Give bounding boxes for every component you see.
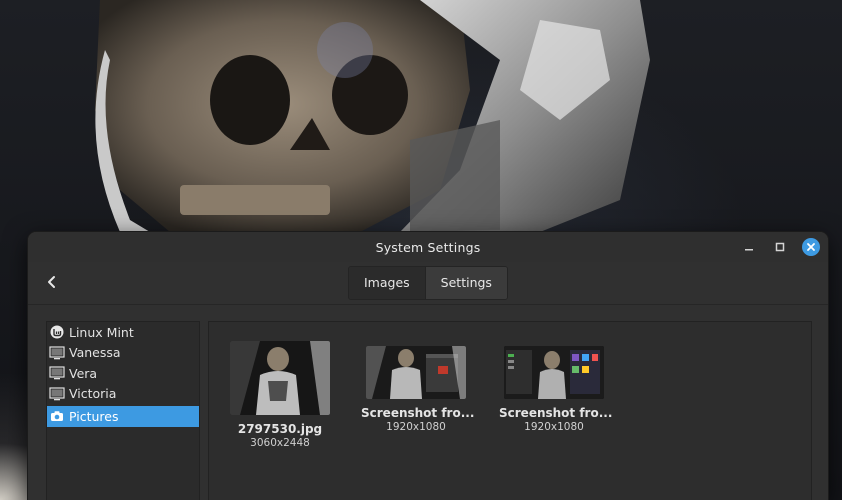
sidebar-item-label: Vera xyxy=(69,365,98,381)
sidebar-item-label: Linux Mint xyxy=(69,324,134,340)
file-name: Screenshot fro... xyxy=(361,406,475,420)
system-settings-window: System Settings Images Settings Linux Mi… xyxy=(28,232,828,500)
sidebar-item-vera[interactable]: Vera xyxy=(47,363,199,384)
file-dimensions: 3060x2448 xyxy=(250,437,310,449)
back-button[interactable] xyxy=(40,270,64,294)
toolbar: Images Settings xyxy=(28,262,828,305)
window-controls xyxy=(740,238,820,256)
sidebar-item-label: Victoria xyxy=(69,386,117,402)
minimize-icon[interactable] xyxy=(740,238,758,256)
monitor-icon xyxy=(49,366,65,380)
window-title: System Settings xyxy=(375,240,481,255)
sidebar-item-label: Vanessa xyxy=(69,345,121,361)
picture-gallery: 2797530.jpg 3060x2448 Screenshot fro... … xyxy=(208,321,812,500)
thumbnail-image xyxy=(504,346,604,399)
sidebar: Linux Mint Vanessa Vera Victoria Picture… xyxy=(46,321,200,500)
linux-mint-logo-icon xyxy=(49,325,65,339)
monitor-icon xyxy=(49,387,65,401)
file-name: 2797530.jpg xyxy=(237,422,323,436)
gallery-item[interactable]: Screenshot fro... 1920x1080 xyxy=(499,346,613,433)
file-name: Screenshot fro... xyxy=(499,406,613,420)
view-switcher: Images Settings xyxy=(348,266,508,300)
sidebar-item-pictures[interactable]: Pictures xyxy=(47,406,199,427)
sidebar-item-label: Pictures xyxy=(69,408,119,424)
gallery-item[interactable]: Screenshot fro... 1920x1080 xyxy=(361,346,475,433)
camera-icon xyxy=(49,409,65,423)
sidebar-item-victoria[interactable]: Victoria xyxy=(47,384,199,405)
sidebar-item-vanessa[interactable]: Vanessa xyxy=(47,343,199,364)
robot-skull-wallpaper-image xyxy=(95,0,650,232)
thumbnail-image xyxy=(230,341,330,415)
close-icon[interactable] xyxy=(802,238,820,256)
file-dimensions: 1920x1080 xyxy=(524,421,584,433)
thumbnail-image xyxy=(366,346,466,399)
monitor-icon xyxy=(49,346,65,360)
chevron-left-icon xyxy=(48,276,55,288)
titlebar: System Settings xyxy=(28,232,828,262)
content-area: Linux Mint Vanessa Vera Victoria Picture… xyxy=(28,305,828,500)
tab-settings[interactable]: Settings xyxy=(424,267,507,299)
sidebar-item-linux-mint[interactable]: Linux Mint xyxy=(47,322,199,343)
gallery-item[interactable]: 2797530.jpg 3060x2448 xyxy=(229,341,331,449)
maximize-icon[interactable] xyxy=(771,238,789,256)
tab-images[interactable]: Images xyxy=(349,267,425,299)
file-dimensions: 1920x1080 xyxy=(386,421,446,433)
